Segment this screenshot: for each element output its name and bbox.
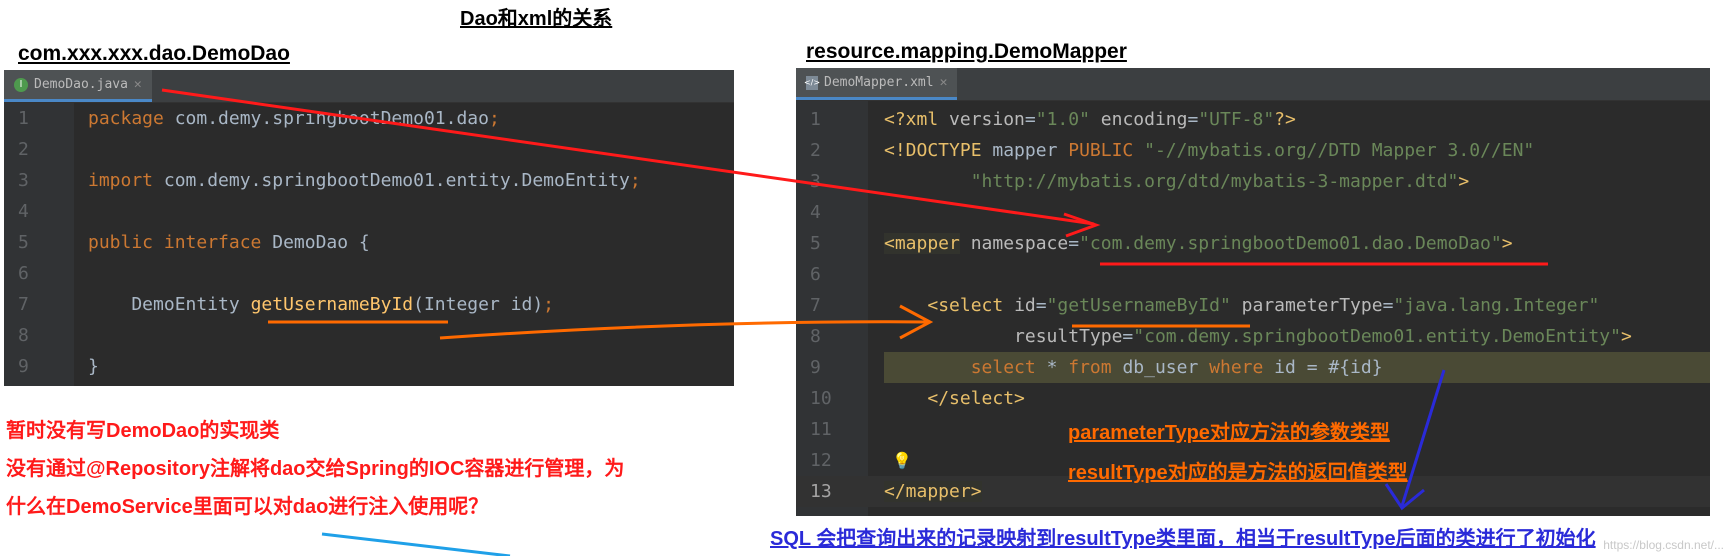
- orange-arrow: [439, 320, 929, 340]
- cyan-stroke: [321, 532, 511, 556]
- blue-arrow: [1400, 369, 1446, 507]
- annotation-arrows: [161, 88, 1548, 556]
- red-arrow: [161, 88, 1095, 226]
